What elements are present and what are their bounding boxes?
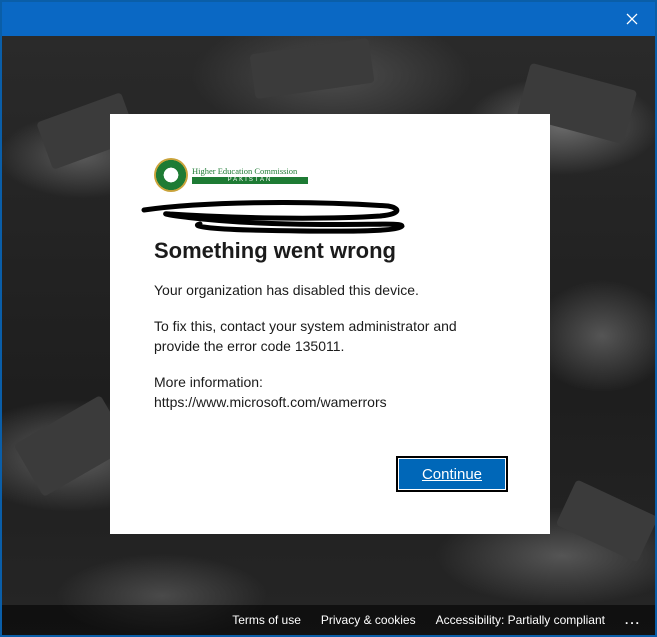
privacy-cookies-link[interactable]: Privacy & cookies xyxy=(321,613,416,627)
footer-bar: Terms of use Privacy & cookies Accessibi… xyxy=(2,605,655,635)
error-message: Your organization has disabled this devi… xyxy=(154,282,419,298)
more-information: More information: https://www.microsoft.… xyxy=(154,372,506,412)
close-icon xyxy=(626,13,638,25)
error-title: Something went wrong xyxy=(154,238,396,263)
redacted-account-scribble xyxy=(140,200,506,234)
graduation-cap-shape xyxy=(249,37,375,100)
sign-in-window: Higher Education Commission PAKISTAN Som… xyxy=(0,0,657,637)
graduation-cap-shape xyxy=(555,479,655,563)
close-button[interactable] xyxy=(609,2,655,36)
title-bar xyxy=(2,2,655,36)
error-dialog: Higher Education Commission PAKISTAN Som… xyxy=(110,114,550,534)
organization-logo: Higher Education Commission PAKISTAN xyxy=(154,158,506,192)
terms-of-use-link[interactable]: Terms of use xyxy=(232,613,301,627)
logo-country: PAKISTAN xyxy=(192,177,308,184)
accessibility-link[interactable]: Accessibility: Partially compliant xyxy=(436,613,605,627)
error-fix-instructions: To fix this, contact your system adminis… xyxy=(154,318,457,354)
more-options-button[interactable]: ... xyxy=(625,613,641,627)
continue-button[interactable]: Continue xyxy=(396,456,508,492)
hec-seal-icon xyxy=(154,158,188,192)
more-info-url: https://www.microsoft.com/wamerrors xyxy=(154,394,387,410)
logo-name: Higher Education Commission xyxy=(192,166,298,176)
more-info-label: More information: xyxy=(154,374,263,390)
